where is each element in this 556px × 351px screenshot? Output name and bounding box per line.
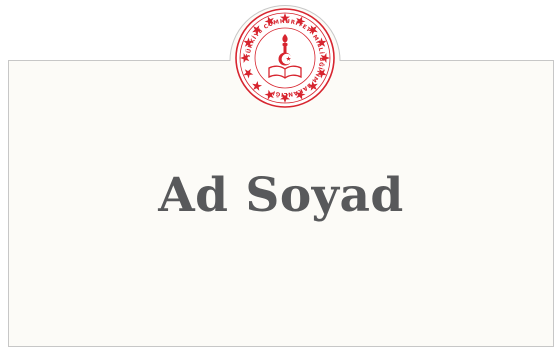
meb-logo: TÜRKİYE CUMHURİYETİ MİLLİ EĞİTİM BAKANLI… — [235, 8, 335, 108]
ministry-emblem-badge: TÜRKİYE CUMHURİYETİ MİLLİ EĞİTİM BAKANLI… — [224, 0, 346, 112]
person-name: Ad Soyad — [158, 168, 404, 223]
